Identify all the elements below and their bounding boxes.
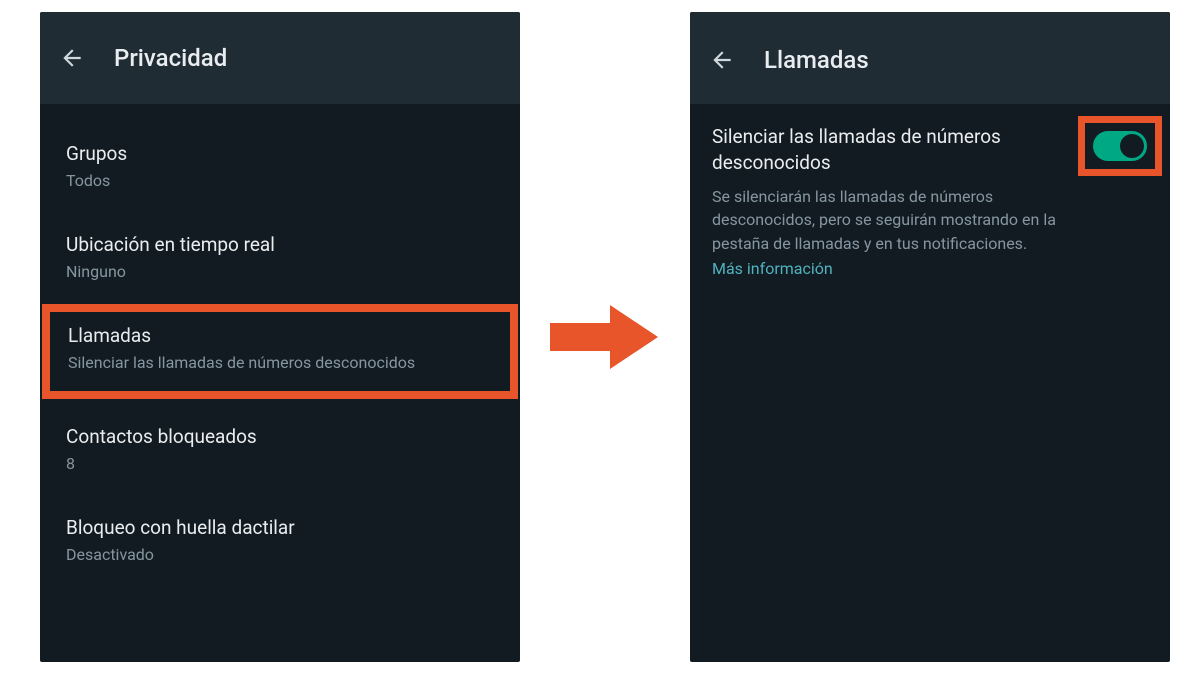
privacy-item-groups[interactable]: Grupos Todos [40,122,520,213]
arrow-right-icon [550,297,660,377]
arrow-left-icon [709,47,735,73]
calls-screen: Llamadas Silenciar las llamadas de númer… [690,12,1170,662]
item-subtitle: Ninguno [66,262,494,282]
privacy-screen: Privacidad Grupos Todos Ubicación en tie… [40,12,520,662]
silence-unknown-toggle[interactable] [1093,131,1147,161]
item-title: Llamadas [68,324,492,347]
item-title: Bloqueo con huella dactilar [66,516,494,539]
setting-description: Se silenciarán las llamadas de números d… [712,185,1148,255]
privacy-list: Grupos Todos Ubicación en tiempo real Ni… [40,104,520,662]
appbar-title: Privacidad [114,44,227,72]
arrow-left-icon [59,45,85,71]
item-subtitle: Silenciar las llamadas de números descon… [68,353,492,373]
toggle-highlight [1078,116,1162,176]
privacy-item-fingerprint[interactable]: Bloqueo con huella dactilar Desactivado [40,496,520,587]
appbar-calls: Llamadas [690,12,1170,104]
silence-unknown-setting: Silenciar las llamadas de números descon… [690,104,1170,298]
privacy-item-location[interactable]: Ubicación en tiempo real Ninguno [40,213,520,304]
item-title: Grupos [66,142,494,165]
item-subtitle: Todos [66,171,494,191]
learn-more-link[interactable]: Más información [712,259,833,278]
item-title: Ubicación en tiempo real [66,233,494,256]
back-button[interactable] [708,46,736,74]
back-button[interactable] [58,44,86,72]
appbar-privacy: Privacidad [40,12,520,104]
privacy-item-calls-highlight[interactable]: Llamadas Silenciar las llamadas de númer… [42,304,518,399]
appbar-title: Llamadas [764,46,869,74]
item-subtitle: 8 [66,454,494,474]
flow-arrow [545,297,665,377]
privacy-item-blocked[interactable]: Contactos bloqueados 8 [40,405,520,496]
item-subtitle: Desactivado [66,545,494,565]
item-title: Contactos bloqueados [66,425,494,448]
